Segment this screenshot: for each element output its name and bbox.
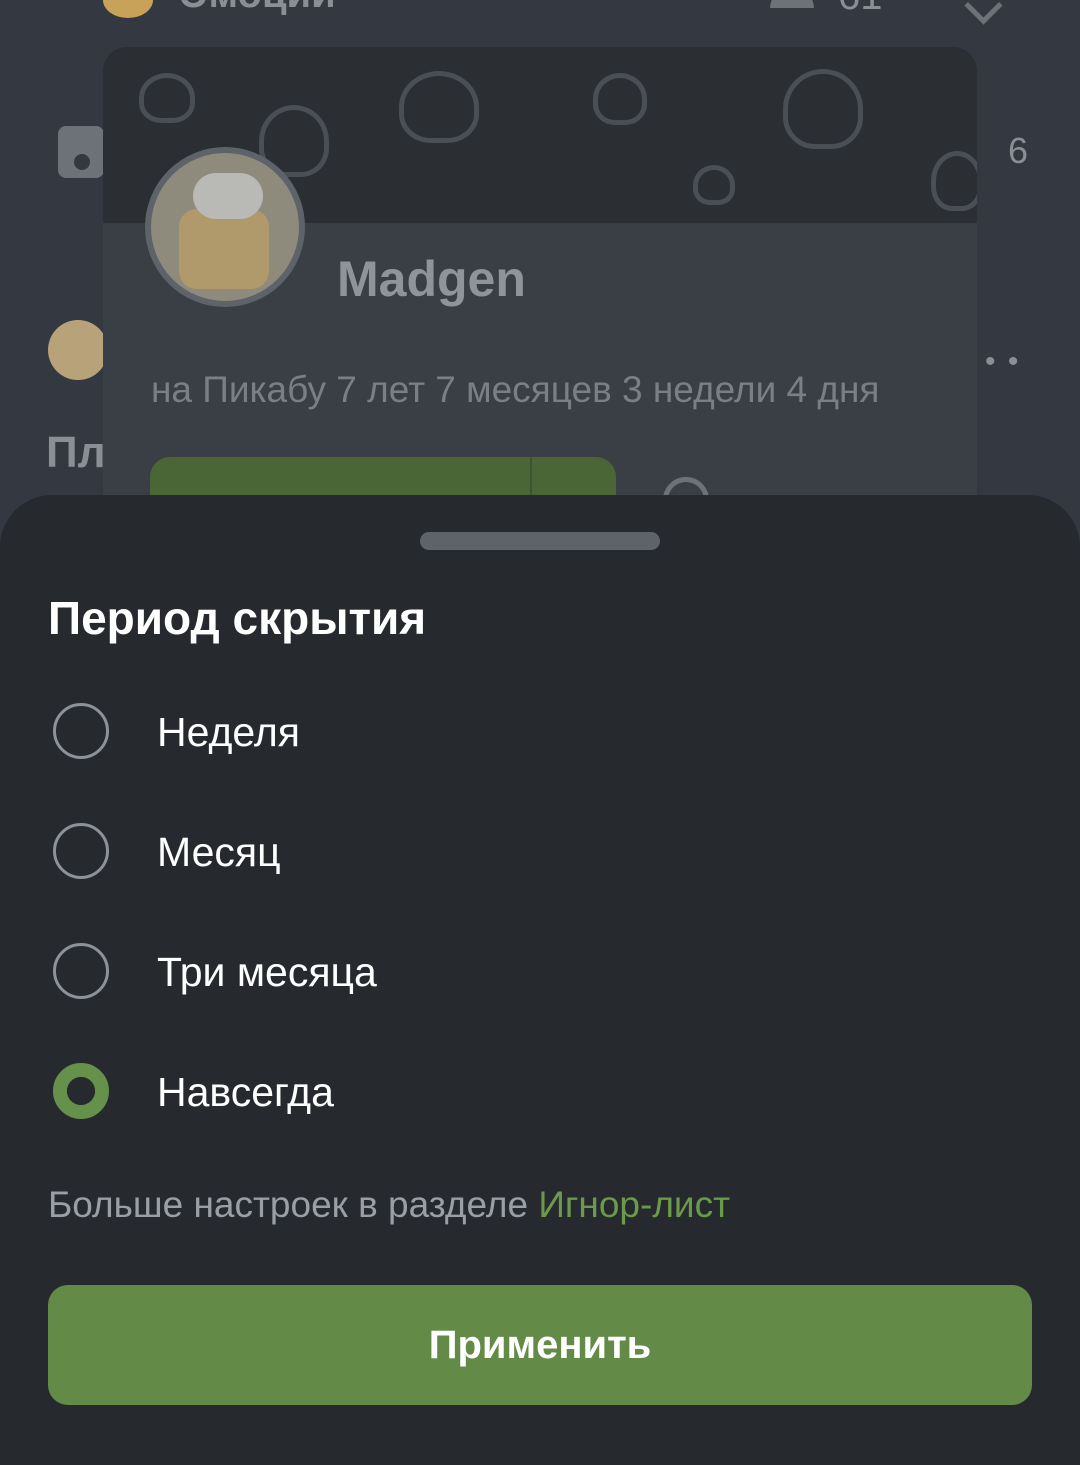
radio-button-selected[interactable] <box>53 1063 109 1119</box>
option-label: Навсегда <box>157 1069 334 1115</box>
option-label: Месяц <box>157 829 281 875</box>
profile-member-since: на Пикабу 7 лет 7 месяцев 3 недели 4 дня <box>151 369 880 410</box>
more-settings-prefix: Больше настроек в разделе <box>48 1184 529 1225</box>
emotions-emoji-icon <box>103 0 153 18</box>
sheet-drag-handle[interactable] <box>420 532 660 550</box>
hide-period-sheet: Период скрытия Неделя Месяц Три месяца Н… <box>0 495 1080 1465</box>
option-month[interactable]: Месяц <box>0 793 1080 913</box>
radio-button[interactable] <box>53 943 109 999</box>
profile-avatar <box>145 147 305 307</box>
side-count: 6 <box>1008 130 1029 171</box>
cupcake-pattern-icon <box>399 71 479 143</box>
option-forever[interactable]: Навсегда <box>0 1033 1080 1153</box>
user-icon <box>770 0 814 8</box>
cupcake-pattern-icon <box>139 73 195 123</box>
option-label: Три месяца <box>157 949 377 995</box>
more-dots-icon: • • <box>985 345 1021 378</box>
avatar-face <box>179 209 269 289</box>
cupcake-pattern-icon <box>783 69 863 149</box>
option-label: Неделя <box>157 709 300 755</box>
side-label: Пл <box>46 428 106 477</box>
ignore-list-link[interactable]: Игнор-лист <box>538 1184 730 1225</box>
save-icon <box>58 126 104 178</box>
top-bar-count: 61 <box>838 0 883 19</box>
radio-button[interactable] <box>53 823 109 879</box>
cupcake-pattern-icon <box>693 165 735 205</box>
chevron-down-icon <box>964 0 1003 25</box>
apply-button[interactable]: Применить <box>48 1285 1032 1405</box>
more-settings-text: Больше настроек в разделе Игнор-лист <box>48 1184 730 1226</box>
radio-button[interactable] <box>53 703 109 759</box>
cupcake-pattern-icon <box>593 73 647 125</box>
profile-username: Madgen <box>337 251 526 307</box>
cupcake-pattern-icon <box>931 151 977 211</box>
option-three-months[interactable]: Три месяца <box>0 913 1080 1033</box>
top-bar-label: Эмоции <box>180 0 336 17</box>
comment-avatar <box>48 320 108 380</box>
sheet-title: Период скрытия <box>48 592 427 644</box>
option-week[interactable]: Неделя <box>0 673 1080 793</box>
chef-hat-icon <box>193 173 263 219</box>
